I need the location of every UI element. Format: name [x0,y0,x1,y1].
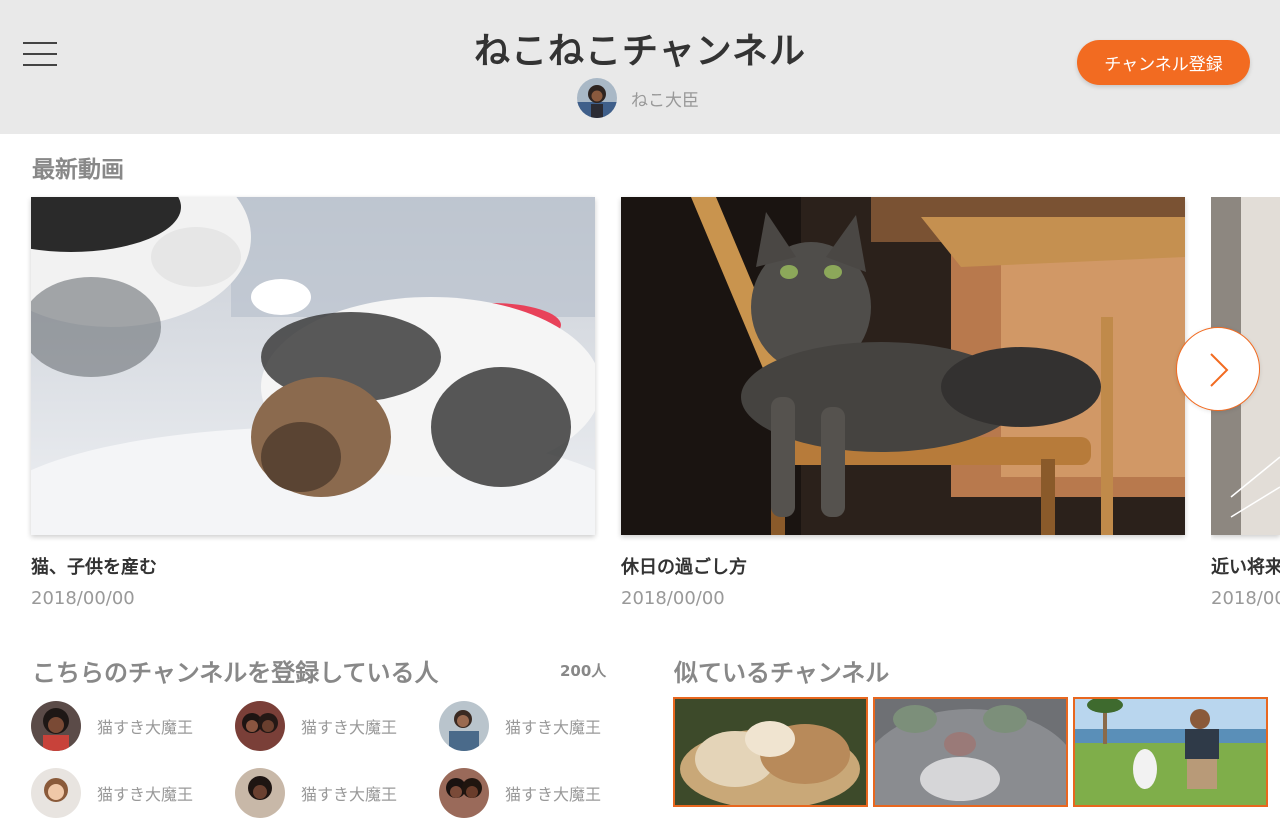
channel-owner[interactable]: ねこ大臣 [577,78,699,118]
subscriber-name: 猫すき大魔王 [301,718,398,737]
subscriber-avatar [235,701,285,751]
subscriber-avatar [31,768,81,818]
latest-videos-heading: 最新動画 [32,157,124,183]
video-title[interactable]: 近い将来 [1211,553,1280,579]
app-header: ねこねこチャンネル ねこ大臣 チャンネル登録 [0,0,1280,134]
owner-avatar [577,78,617,118]
video-card[interactable]: 猫、子供を産む 2018/00/00 [31,197,595,609]
subscriber-avatar [235,768,285,818]
subscriber-item[interactable]: 猫すき大魔王 [439,768,601,818]
similar-channels-heading: 似ているチャンネル [674,659,890,687]
similar-channel-card[interactable] [673,697,868,807]
video-card[interactable]: 休日の過ごし方 2018/00/00 [621,197,1185,609]
video-date: 2018/00/00 [621,588,725,609]
video-thumbnail[interactable] [621,197,1185,535]
video-title[interactable]: 休日の過ごし方 [621,553,1185,579]
subscriber-name: 猫すき大魔王 [301,785,398,804]
video-title[interactable]: 猫、子供を産む [31,553,595,579]
subscribers-heading: こちらのチャンネルを登録している人 [32,659,439,687]
owner-name: ねこ大臣 [631,90,699,111]
similar-channel-card[interactable] [1073,697,1268,807]
subscribe-button[interactable]: チャンネル登録 [1077,40,1250,85]
video-date: 2018/00/00 [1211,588,1280,609]
subscriber-name: 猫すき大魔王 [97,718,194,737]
carousel-next-button[interactable] [1176,327,1260,411]
subscriber-avatar [439,768,489,818]
subscriber-item[interactable]: 猫すき大魔王 [439,701,601,751]
subscriber-name: 猫すき大魔王 [97,785,194,804]
subscriber-name: 猫すき大魔王 [505,785,602,804]
video-thumbnail[interactable] [31,197,595,535]
chevron-right-icon [1210,353,1229,387]
video-date: 2018/00/00 [31,588,135,609]
subscriber-item[interactable]: 猫すき大魔王 [31,768,193,818]
subscriber-avatar [31,701,81,751]
subscriber-item[interactable]: 猫すき大魔王 [235,701,397,751]
subscriber-item[interactable]: 猫すき大魔王 [31,701,193,751]
subscriber-count: 200人 [560,662,607,680]
subscriber-item[interactable]: 猫すき大魔王 [235,768,397,818]
subscriber-avatar [439,701,489,751]
similar-channel-card[interactable] [873,697,1068,807]
subscriber-name: 猫すき大魔王 [505,718,602,737]
